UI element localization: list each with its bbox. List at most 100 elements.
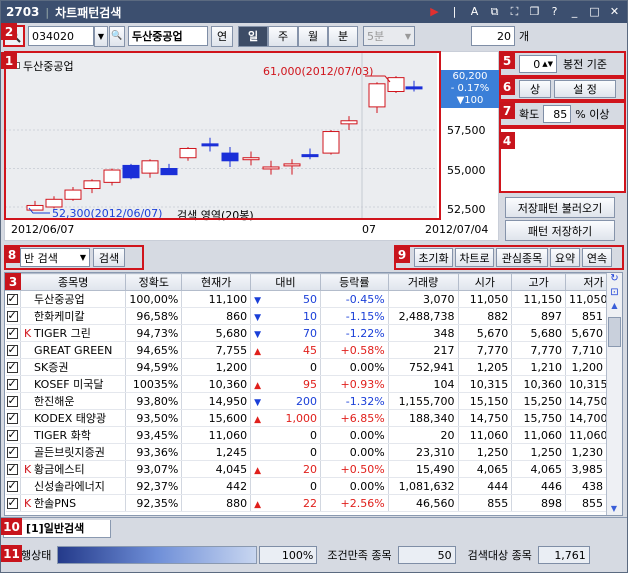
- scroll-up-icon[interactable]: ▲: [607, 301, 622, 315]
- open-cell: 11,050: [458, 290, 513, 308]
- price-box-price: 60,200: [452, 71, 488, 82]
- row-checkbox[interactable]: [5, 460, 22, 478]
- help-icon[interactable]: ?: [546, 4, 563, 19]
- price-cell: 1,200: [181, 358, 252, 376]
- col-name[interactable]: 종목명: [20, 273, 127, 291]
- period-day[interactable]: 일: [238, 25, 268, 47]
- pattern-preview[interactable]: [499, 127, 626, 193]
- scroll-down-icon[interactable]: ▼: [607, 504, 621, 513]
- col-high[interactable]: 고가: [511, 273, 567, 291]
- set-button[interactable]: 설 정: [554, 80, 616, 98]
- row-checkbox[interactable]: [5, 409, 22, 427]
- row-checkbox[interactable]: [5, 307, 22, 325]
- minimize-icon[interactable]: _: [566, 4, 583, 19]
- table-row[interactable]: GREAT GREEN94,65%7,755▲45+0.58%2177,7707…: [5, 341, 622, 359]
- load-pattern-button[interactable]: 저장패턴 불러오기: [505, 197, 615, 218]
- table-row[interactable]: 두산중공업100,00%11,100▼50-0.45%3,07011,05011…: [5, 290, 622, 308]
- link-button[interactable]: 연: [211, 25, 233, 47]
- badge-2: 2: [1, 23, 17, 40]
- maximize-icon[interactable]: □: [586, 4, 603, 19]
- table-row[interactable]: KOSEF 미국달10035%10,360▲95+0.93%10410,3151…: [5, 375, 622, 393]
- expand-icon[interactable]: ⊡: [607, 287, 622, 301]
- count-input[interactable]: 20: [471, 26, 515, 46]
- badge-3: 3: [5, 273, 21, 290]
- high-cell: 4,065: [511, 460, 567, 478]
- row-checkbox[interactable]: [5, 477, 22, 495]
- volume-cell: 188,340: [388, 409, 459, 427]
- row-checkbox[interactable]: [5, 341, 22, 359]
- high-cell: 11,060: [511, 426, 567, 444]
- scroll-thumb[interactable]: [608, 317, 621, 347]
- open-cell: 14,750: [458, 409, 513, 427]
- row-checkbox[interactable]: [5, 375, 22, 393]
- probability-input[interactable]: 85: [543, 105, 572, 123]
- search-mode-select[interactable]: 반 검색 ▼: [20, 248, 90, 267]
- play-icon[interactable]: ▶: [426, 4, 443, 19]
- watchlist-button[interactable]: 관심종목: [496, 248, 548, 267]
- table-row[interactable]: 한화케미칼96,58%860▼10-1.15%2,488,73888289785…: [5, 307, 622, 325]
- rate-cell: +0.50%: [320, 460, 389, 478]
- table-scrollbar[interactable]: ↻ ⊡ ▲ ▼: [606, 273, 622, 515]
- row-checkbox[interactable]: [5, 324, 22, 342]
- capture-icon[interactable]: ⧉: [486, 4, 503, 19]
- table-row[interactable]: 신성솔라에너지92,37%44200.00%1,081,632444446438: [5, 477, 622, 495]
- save-pattern-button[interactable]: 패턴 저장하기: [505, 220, 615, 241]
- high-cell: 15,250: [511, 392, 567, 410]
- period-minute[interactable]: 분: [328, 25, 358, 47]
- price-cell: 880: [181, 494, 252, 512]
- open-cell: 1,250: [458, 443, 513, 461]
- row-checkbox[interactable]: [5, 443, 22, 461]
- col-volume[interactable]: 거래량: [387, 273, 459, 291]
- search-button[interactable]: 검색: [93, 248, 125, 267]
- close-icon[interactable]: ✕: [606, 4, 623, 19]
- summary-button[interactable]: 요약: [550, 248, 580, 267]
- table-row[interactable]: TIGER 화학93,45%11,06000.00%2011,06011,060…: [5, 426, 622, 444]
- col-accuracy[interactable]: 정확도: [125, 273, 183, 291]
- col-open[interactable]: 시가: [457, 273, 513, 291]
- stock-code-input[interactable]: 034020: [28, 26, 94, 46]
- table-row[interactable]: 골든브릿지증권93,36%1,24500.00%23,3101,2501,250…: [5, 443, 622, 461]
- target-label: 검색대상 종목: [467, 549, 532, 562]
- accuracy-cell: 93,07%: [125, 460, 183, 478]
- direction-button[interactable]: 상: [519, 80, 551, 98]
- high-cell: 898: [511, 494, 567, 512]
- target-count: 1,761: [537, 546, 590, 564]
- continue-button[interactable]: 연속: [582, 248, 612, 267]
- tab-bar: [1]일반검색: [1, 517, 627, 539]
- table-row[interactable]: SK증권94,59%1,20000.00%752,9411,2051,2101,…: [5, 358, 622, 376]
- stock-name-field: 두산중공업: [128, 26, 208, 46]
- table-row[interactable]: K한솔PNS92,35%880▲22+2.56%46,560855898855: [5, 494, 622, 512]
- probability-unit: % 이상: [575, 108, 610, 121]
- restore-icon[interactable]: ❐: [526, 4, 543, 19]
- minute-select[interactable]: 5분 ▼: [363, 26, 415, 46]
- table-row[interactable]: K황금에스티93,07%4,045▲20+0.50%15,4904,0654,0…: [5, 460, 622, 478]
- col-rate[interactable]: 등락률: [319, 273, 389, 291]
- code-search-button[interactable]: 🔍: [109, 25, 125, 47]
- results-table[interactable]: 종목명 정확도 현재가 대비 등락률 거래량 시가 고가 저가 두산중공업100…: [4, 272, 623, 516]
- price-cell: 11,100: [181, 290, 252, 308]
- change-cell: ▲ 1,000: [250, 409, 321, 427]
- period-month[interactable]: 월: [298, 25, 328, 47]
- table-row[interactable]: 한진해운93,80%14,950▼200-1.32%1,155,70015,15…: [5, 392, 622, 410]
- font-icon[interactable]: A: [466, 4, 483, 19]
- accuracy-cell: 93,36%: [125, 443, 183, 461]
- row-checkbox[interactable]: [5, 494, 22, 512]
- change-cell: 0: [250, 426, 321, 444]
- code-dropdown-button[interactable]: ▼: [94, 25, 108, 47]
- reset-button[interactable]: 초기화: [414, 248, 453, 267]
- table-row[interactable]: KTIGER 그린94,73%5,680▼70-1.22%3485,6705,6…: [5, 324, 622, 342]
- row-checkbox[interactable]: [5, 358, 22, 376]
- link-icon[interactable]: ⛶: [506, 4, 523, 19]
- to-chart-button[interactable]: 차트로: [455, 248, 494, 267]
- row-checkbox[interactable]: [5, 290, 22, 308]
- base-input[interactable]: 0 ▲▼: [519, 55, 557, 73]
- chart-area[interactable]: 두산중공업 61,000(2012/07/03) 52,300(2012/06/…: [4, 51, 499, 241]
- col-change[interactable]: 대비: [250, 273, 321, 291]
- table-row[interactable]: KODEX 태양광93,50%15,600▲1,000+6.85%188,340…: [5, 409, 622, 427]
- row-checkbox[interactable]: [5, 392, 22, 410]
- row-checkbox[interactable]: [5, 426, 22, 444]
- refresh-icon[interactable]: ↻: [607, 273, 622, 287]
- stock-name-cell: 골든브릿지증권: [20, 443, 127, 461]
- period-week[interactable]: 주: [268, 25, 298, 47]
- col-price[interactable]: 현재가: [181, 273, 252, 291]
